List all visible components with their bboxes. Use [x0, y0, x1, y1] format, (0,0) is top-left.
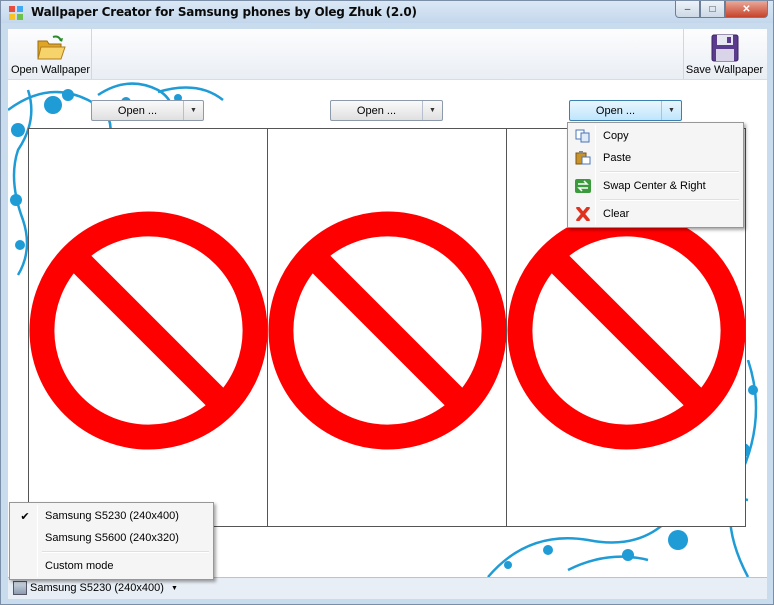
save-wallpaper-label: Save Wallpaper: [685, 64, 764, 76]
status-bar: Samsung S5230 (240x400) ▼: [8, 577, 767, 599]
panel-left[interactable]: [29, 129, 268, 526]
minimize-button[interactable]: –: [675, 1, 700, 18]
open-button-label[interactable]: Open ...: [331, 101, 423, 120]
copy-icon: [575, 129, 591, 143]
device-selector[interactable]: Samsung S5230 (240x400) ▼: [13, 581, 178, 595]
open-button-center[interactable]: Open ... ▼: [330, 100, 443, 121]
menu-item-label: Copy: [603, 130, 629, 142]
no-image-icon: [29, 211, 267, 450]
menu-item-label: Samsung S5600 (240x320): [45, 532, 179, 544]
menu-item-label: Custom mode: [45, 560, 114, 572]
paste-icon: [575, 151, 591, 165]
menu-item-clear[interactable]: Clear: [570, 203, 741, 225]
clear-icon: [575, 207, 591, 221]
close-button[interactable]: ✕: [725, 1, 768, 18]
menu-item-samsung-s5600[interactable]: Samsung S5600 (240x320): [12, 527, 211, 549]
open-wallpaper-button[interactable]: Open Wallpaper: [10, 29, 92, 79]
phone-icon: [13, 581, 27, 595]
save-wallpaper-button[interactable]: Save Wallpaper: [683, 29, 765, 79]
menu-item-label: Swap Center & Right: [603, 180, 706, 192]
swap-icon: [575, 179, 591, 193]
window-controls: – □ ✕: [675, 1, 768, 18]
chevron-down-icon[interactable]: ▼: [171, 585, 178, 592]
no-image-icon: [507, 211, 745, 450]
open-button-left[interactable]: Open ... ▼: [91, 100, 204, 121]
window-title: Wallpaper Creator for Samsung phones by …: [31, 5, 417, 19]
menu-item-custom-mode[interactable]: Custom mode: [12, 555, 211, 577]
open-button-label[interactable]: Open ...: [92, 101, 184, 120]
menu-item-paste[interactable]: Paste: [570, 147, 741, 169]
menu-item-copy[interactable]: Copy: [570, 125, 741, 147]
chevron-down-icon[interactable]: ▼: [423, 101, 442, 120]
menu-item-label: Clear: [603, 208, 630, 220]
app-icon: [9, 6, 23, 20]
checkmark-icon: ✔: [20, 510, 30, 523]
menu-item-samsung-s5230[interactable]: ✔ Samsung S5230 (240x400): [12, 505, 211, 527]
folder-open-icon: [37, 35, 66, 60]
floppy-disk-icon: [711, 34, 739, 62]
toolbar: Open Wallpaper Save Wallpaper: [8, 29, 767, 80]
open-button-label[interactable]: Open ...: [570, 101, 662, 120]
open-wallpaper-label: Open Wallpaper: [10, 64, 91, 76]
panel-center[interactable]: [268, 129, 507, 526]
device-model-menu: ✔ Samsung S5230 (240x400) Samsung S5600 …: [9, 502, 214, 580]
chevron-down-icon[interactable]: ▼: [662, 101, 681, 120]
chevron-down-icon[interactable]: ▼: [184, 101, 203, 120]
no-image-icon: [268, 211, 506, 450]
panel-context-menu: Copy Paste Swap Center & Right Clear: [567, 122, 744, 228]
maximize-button[interactable]: □: [700, 1, 725, 18]
menu-item-swap[interactable]: Swap Center & Right: [570, 175, 741, 197]
open-button-right[interactable]: Open ... ▼: [569, 100, 682, 121]
title-bar[interactable]: Wallpaper Creator for Samsung phones by …: [1, 1, 773, 23]
device-label[interactable]: Samsung S5230 (240x400): [30, 582, 164, 594]
menu-item-label: Paste: [603, 152, 632, 164]
menu-item-label: Samsung S5230 (240x400): [45, 510, 179, 522]
